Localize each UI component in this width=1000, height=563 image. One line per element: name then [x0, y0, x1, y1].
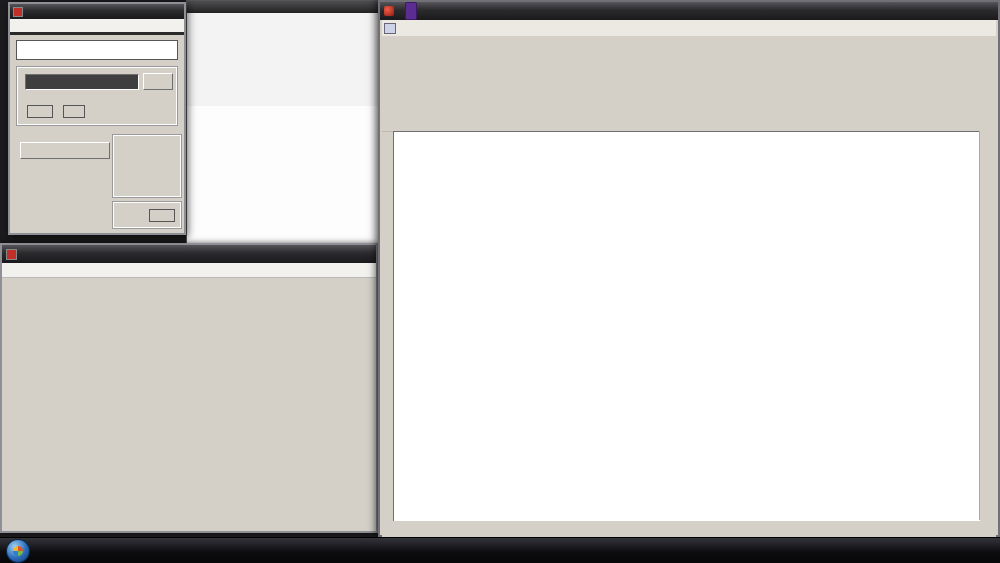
ladder-test-window	[8, 2, 186, 235]
trap-button[interactable]	[143, 73, 173, 90]
gx-titlebar[interactable]	[380, 2, 998, 20]
word-titlebar	[187, 1, 385, 13]
start-button[interactable]	[6, 539, 30, 563]
io-system-group	[112, 201, 182, 229]
gx-app-icon	[384, 6, 394, 16]
indicator-panel	[16, 66, 178, 126]
separator	[10, 32, 184, 35]
word-document	[187, 106, 385, 247]
word-ribbon	[187, 13, 385, 107]
ladder-test-icon	[13, 7, 23, 17]
indicator-reset-button[interactable]	[20, 142, 110, 159]
run-led	[27, 105, 53, 118]
ladder-test-titlebar[interactable]	[10, 4, 184, 19]
switch-group	[112, 134, 182, 198]
desktop	[0, 0, 1000, 563]
screen-recorder-widget[interactable]	[405, 2, 417, 20]
io-run-led	[149, 209, 175, 222]
gx-developer-window	[378, 0, 1000, 537]
ladder-editor[interactable]	[393, 131, 980, 522]
word-tab-bar	[191, 15, 385, 29]
gx-mdi-doc-icon	[384, 23, 396, 34]
error-led	[63, 105, 85, 118]
taskbar	[0, 537, 1000, 563]
plc-display-bar	[25, 74, 139, 90]
plc-model-box	[16, 40, 178, 60]
word-window	[186, 0, 386, 248]
gx-statusbar	[382, 521, 996, 537]
timing-chart-icon	[6, 249, 17, 260]
timing-chart-window	[0, 243, 378, 533]
timing-chart-titlebar[interactable]	[2, 245, 376, 263]
ladder-vertical-scrollbar[interactable]	[979, 131, 996, 520]
windows-logo-icon	[13, 546, 23, 556]
timing-chart-body	[2, 277, 376, 531]
